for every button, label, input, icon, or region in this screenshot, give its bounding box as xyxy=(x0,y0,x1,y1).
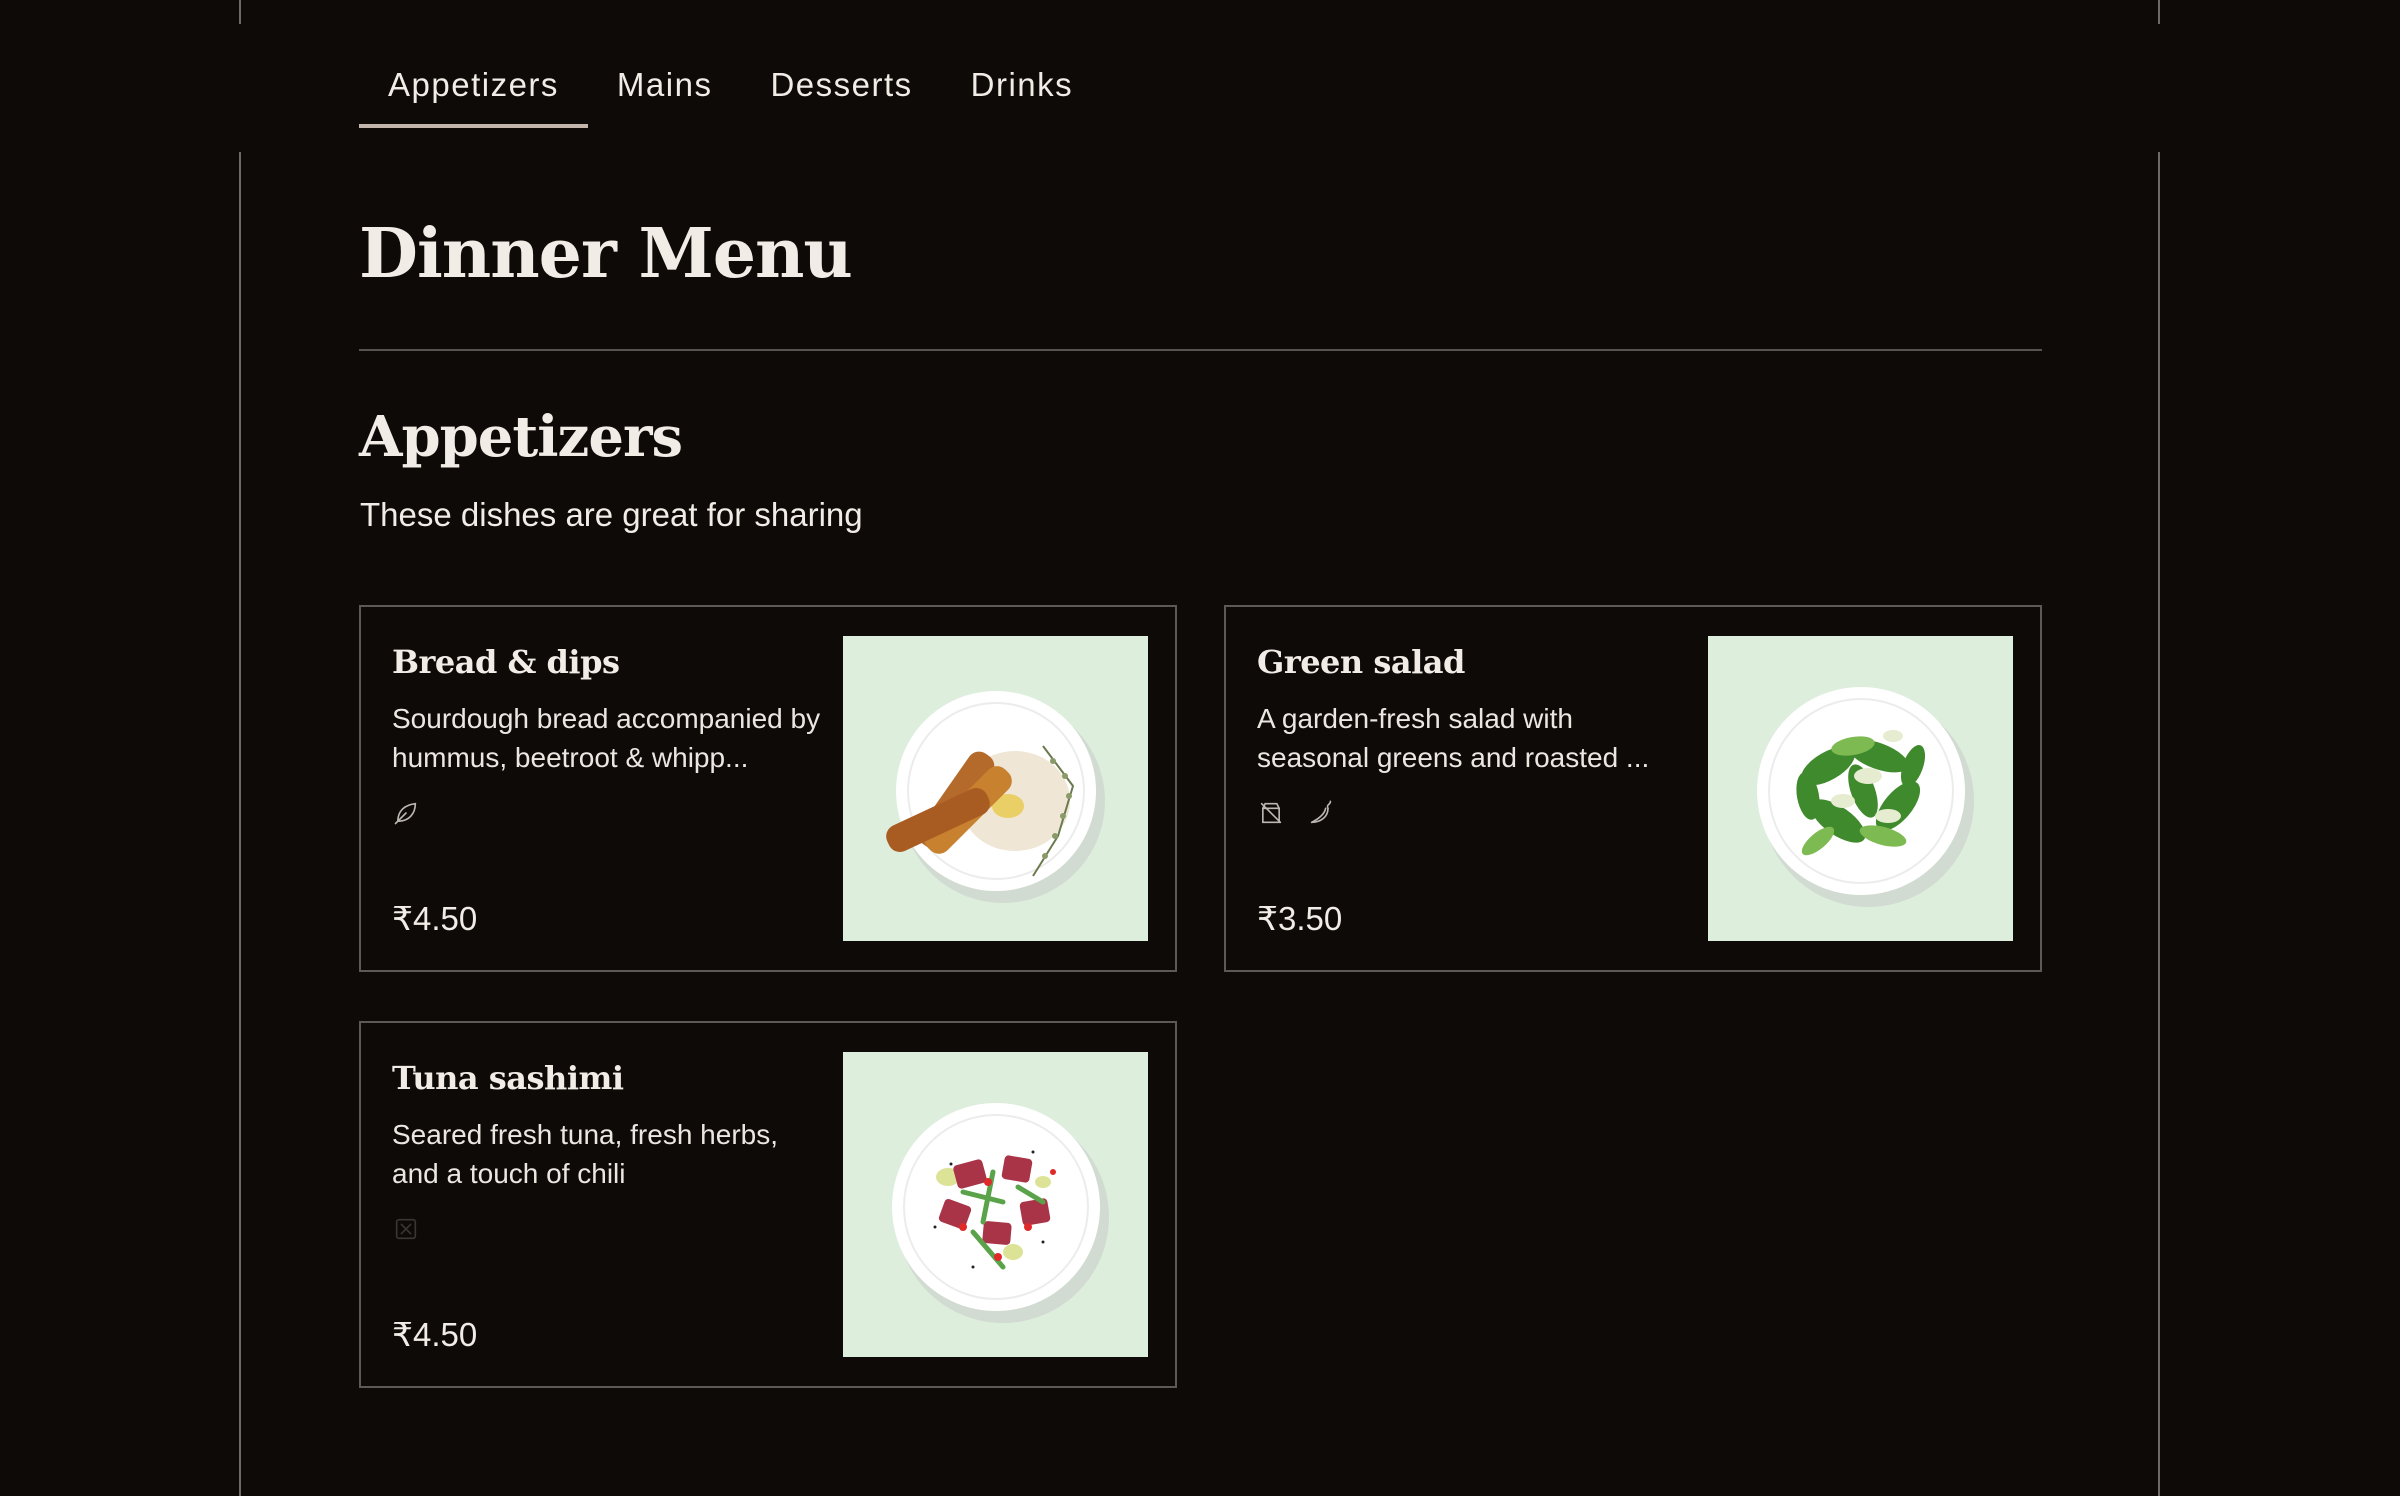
no-dairy-icon xyxy=(395,1218,417,1240)
no-gluten-icon xyxy=(1260,802,1282,824)
menu-item-description: Sourdough bread accompanied by hummus, b… xyxy=(392,703,821,773)
menu-item-name: Bread & dips xyxy=(392,643,620,681)
menu-item-price: ₹3.50 xyxy=(1257,900,1343,937)
title-divider xyxy=(359,349,2042,351)
food-photo-bread-dips xyxy=(843,636,1148,941)
menu-item-price: ₹4.50 xyxy=(392,900,478,937)
menu-item-description: A garden-fresh salad with seasonal green… xyxy=(1257,703,1650,773)
section-title: Appetizers xyxy=(359,404,683,470)
menu-item-price: ₹4.50 xyxy=(392,1316,478,1353)
menu-item-card[interactable]: Green salad A garden-fresh salad with se… xyxy=(1224,605,2042,972)
tab-mains[interactable]: Mains xyxy=(588,56,742,128)
leaf-icon xyxy=(394,802,417,825)
tab-appetizers[interactable]: Appetizers xyxy=(359,56,588,128)
menu-item-name: Tuna sashimi xyxy=(392,1059,624,1097)
page-title: Dinner Menu xyxy=(359,214,853,294)
section-subtitle: These dishes are great for sharing xyxy=(360,496,863,533)
chili-icon xyxy=(1310,800,1332,824)
menu-item-card[interactable]: Bread & dips Sourdough bread accompanied… xyxy=(359,605,1177,972)
tab-desserts[interactable]: Desserts xyxy=(741,56,941,128)
dietary-icons xyxy=(392,1215,420,1243)
frame-border-left xyxy=(239,152,241,1496)
dietary-icons xyxy=(392,799,420,827)
frame-border-left-top xyxy=(239,0,241,24)
food-photo-green-salad xyxy=(1708,636,2013,941)
food-photo-tuna-sashimi xyxy=(843,1052,1148,1357)
menu-item-description: Seared fresh tuna, fresh herbs, and a to… xyxy=(392,1119,778,1189)
frame-border-right xyxy=(2158,152,2160,1496)
frame-border-right-top xyxy=(2158,0,2160,24)
menu-item-card[interactable]: Tuna sashimi Seared fresh tuna, fresh he… xyxy=(359,1021,1177,1388)
menu-tabs: Appetizers Mains Desserts Drinks xyxy=(359,56,1102,128)
dietary-icons xyxy=(1257,799,1335,827)
tab-drinks[interactable]: Drinks xyxy=(942,56,1103,128)
menu-item-name: Green salad xyxy=(1257,643,1465,681)
